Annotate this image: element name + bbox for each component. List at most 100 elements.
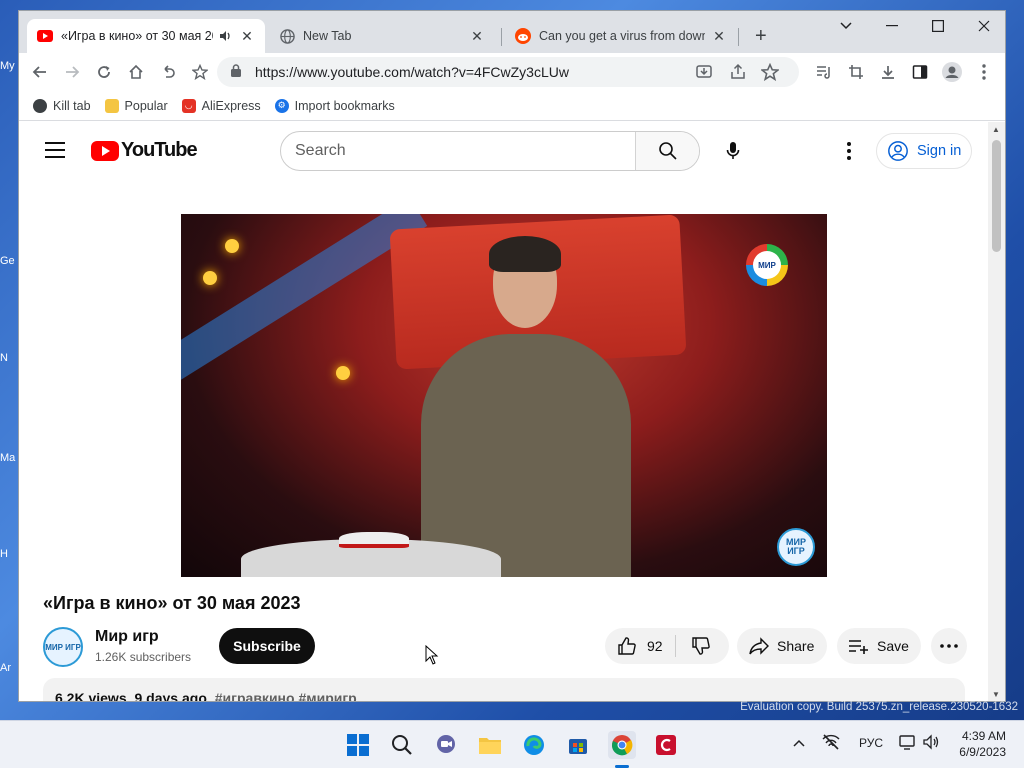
network-disconnected-icon[interactable] [822,734,840,753]
edge-browser-icon[interactable] [520,731,548,759]
store-icon[interactable] [564,731,592,759]
user-circle-icon [888,141,908,161]
browser-window: «Игра в кино» от 30 мая 2023 ✕ New Tab ✕… [18,10,1006,702]
lock-icon[interactable] [231,64,245,80]
bookmark-label: Kill tab [53,98,91,113]
description-box[interactable]: 6.2K views 9 days ago #игравкино #миригр [43,678,965,702]
start-windows-icon[interactable] [344,731,372,759]
side-panel-icon[interactable] [907,59,933,85]
microphone-icon [726,142,740,159]
video-title: «Игра в кино» от 30 мая 2023 [43,593,301,613]
like-button[interactable]: 92 [605,628,675,664]
stage-light [336,366,350,380]
install-app-icon[interactable] [695,63,713,86]
share-arrow-icon [747,634,771,658]
globe-icon [33,98,47,113]
close-tab-icon[interactable]: ✕ [469,28,485,44]
channel-avatar[interactable]: МИР ИГР [43,627,83,667]
voice-search-button[interactable] [713,131,753,171]
hamburger-menu-icon[interactable] [45,142,65,163]
bookmark-aliexpress[interactable]: ◡ AliExpress [181,98,261,113]
like-dislike-group: 92 [605,628,729,664]
speaker-icon[interactable] [217,28,233,44]
search-icon [658,142,677,160]
tab-youtube-video[interactable]: «Игра в кино» от 30 мая 2023 ✕ [27,19,265,53]
stage-light [225,239,239,253]
search-button[interactable] [635,132,699,170]
share-page-icon[interactable] [729,63,747,86]
close-tab-icon[interactable]: ✕ [711,28,727,44]
home-icon[interactable] [123,59,149,85]
settings-menu-icon[interactable] [837,136,861,166]
video-player[interactable]: МИР МИР ИГР [181,214,827,577]
page-scrollbar[interactable]: ▲ ▼ [988,122,1005,701]
bookmark-page-star-icon[interactable] [760,62,780,86]
sign-in-button[interactable]: Sign in [876,133,972,169]
profile-avatar-icon[interactable] [939,59,965,85]
address-bar[interactable]: https://www.youtube.com/watch?v=4FCwZy3c… [217,57,799,87]
evaluation-watermark: Evaluation copy. Build 25375.zn_release.… [740,701,1018,713]
red-app-icon[interactable] [652,731,680,759]
undo-icon[interactable] [155,59,181,85]
youtube-logo[interactable]: YouTube [91,139,198,162]
forward-arrow-icon[interactable] [59,59,85,85]
chrome-icon[interactable] [608,731,636,759]
tray-overflow-chevron-icon[interactable] [793,736,805,750]
scrollbar-thumb[interactable] [992,140,1001,252]
desktop-icon-fragment: N [0,352,8,364]
bookmark-import[interactable]: ⚙ Import bookmarks [274,98,395,113]
maximize-icon[interactable] [915,11,961,41]
bookmark-label: Popular [124,98,168,113]
scroll-up-arrow-icon[interactable]: ▲ [992,125,1000,134]
dislike-button[interactable] [676,628,726,664]
hashtags[interactable]: #игравкино #миригр [215,690,357,701]
reddit-favicon-icon [515,28,531,44]
share-button[interactable]: Share [737,628,827,664]
youtube-favicon-icon [37,28,53,44]
channel-logo-overlay: МИР [746,244,788,286]
desktop-icon-fragment: My [0,60,15,72]
sign-in-label: Sign in [917,143,962,159]
tab-strip: «Игра в кино» от 30 мая 2023 ✕ New Tab ✕… [19,11,1005,53]
like-count: 92 [647,638,663,654]
channel-name[interactable]: Мир игр [95,628,159,646]
tab-reddit[interactable]: Can you get a virus from downloa ✕ [505,19,737,53]
bookmark-popular[interactable]: Popular [104,98,168,113]
reload-icon[interactable] [91,59,117,85]
bookmark-kill-tab[interactable]: Kill tab [33,98,91,113]
tab-title: «Игра в кино» от 30 мая 2023 [61,29,213,43]
taskbar-search-icon[interactable] [388,731,416,759]
tab-search-icon[interactable] [823,11,869,41]
search-input[interactable] [281,132,635,170]
bookmark-label: AliExpress [201,98,261,113]
save-button[interactable]: Save [837,628,921,664]
new-tab-button[interactable]: + [745,19,775,53]
search-box [280,131,700,171]
more-dots-icon [940,644,958,648]
tab-separator [501,28,502,46]
system-clock[interactable]: 4:39 AM 6/9/2023 [959,728,1006,760]
scroll-down-arrow-icon[interactable]: ▼ [992,690,1000,699]
tab-new-tab[interactable]: New Tab ✕ [269,19,495,53]
gear-icon: ⚙ [274,98,289,113]
more-actions-button[interactable] [931,628,967,664]
close-tab-icon[interactable]: ✕ [239,28,255,44]
reading-list-icon[interactable] [811,59,837,85]
minimize-icon[interactable] [869,11,915,41]
download-icon[interactable] [875,59,901,85]
bookmark-star-icon[interactable] [187,59,213,85]
subscribe-button[interactable]: Subscribe [219,628,315,664]
subscriber-count: 1.26K subscribers [95,650,192,664]
browser-menu-icon[interactable] [971,59,997,85]
file-explorer-icon[interactable] [476,731,504,759]
chat-app-icon[interactable] [432,731,460,759]
upload-age: 9 days ago [134,690,207,702]
crop-icon[interactable] [843,59,869,85]
view-count: 6.2K views [55,690,127,702]
display-icon[interactable] [899,734,917,753]
close-window-icon[interactable] [961,11,1005,41]
volume-icon[interactable] [922,734,940,753]
input-language-indicator[interactable]: РУС [859,736,883,750]
back-arrow-icon[interactable] [27,59,53,85]
browser-toolbar: https://www.youtube.com/watch?v=4FCwZy3c… [19,53,1005,91]
